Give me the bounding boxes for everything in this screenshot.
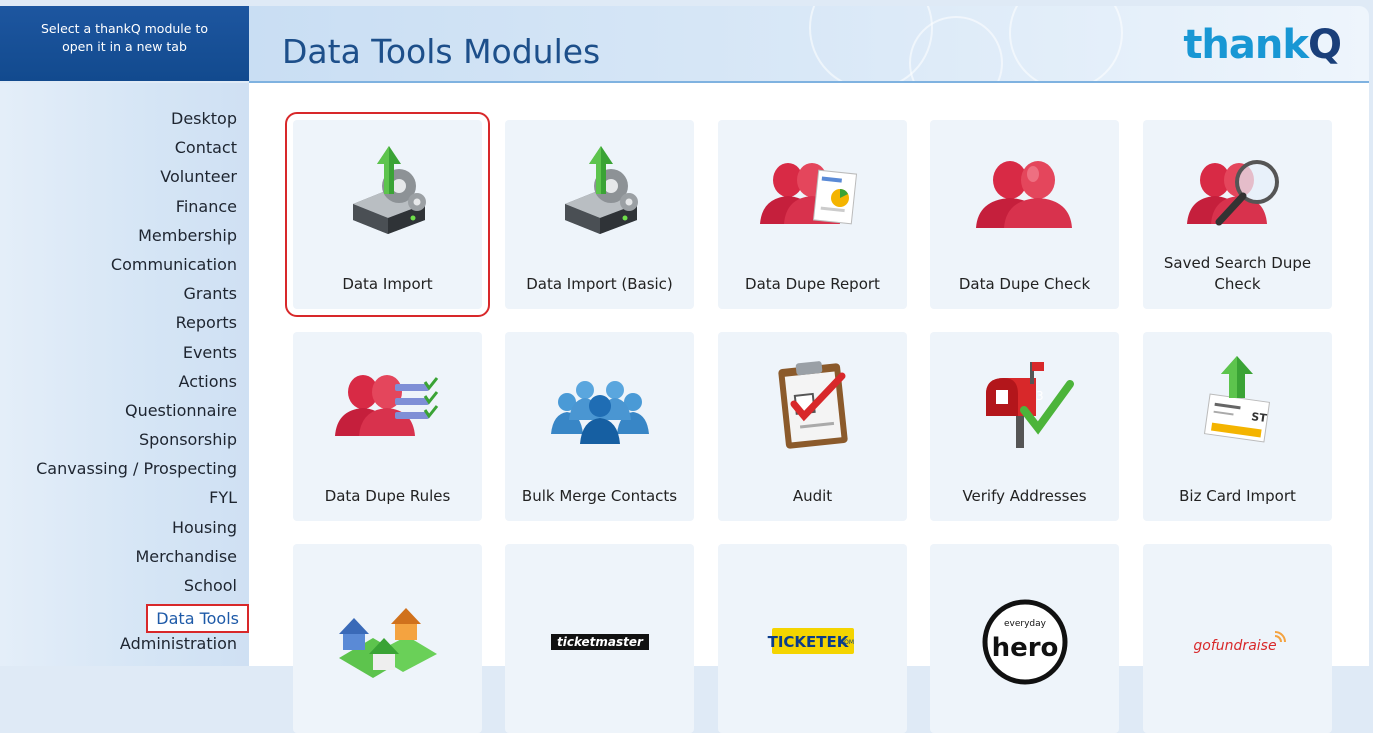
module-tile-data-import[interactable]: Data Import: [285, 112, 490, 317]
module-tile-label: Data Dupe Check: [958, 275, 1091, 293]
people-report-icon: [758, 142, 868, 242]
sidebar-item-events[interactable]: Events: [36, 342, 237, 371]
ticketmaster-logo: ticketmaster: [545, 592, 655, 692]
svg-text:3: 3: [1036, 389, 1044, 403]
module-tile-verify-addresses[interactable]: 3 Verify Addresses: [930, 332, 1119, 521]
sidebar-item-administration[interactable]: Administration: [36, 633, 237, 662]
sidebar-item-fyl[interactable]: FYL: [36, 487, 237, 516]
sidebar-item-label: Canvassing / Prospecting: [36, 459, 237, 479]
sidebar-item-grants[interactable]: Grants: [36, 283, 237, 312]
module-tile-label: Data Import (Basic): [526, 275, 673, 293]
page-title: Data Tools Modules: [282, 32, 601, 71]
ticketmaster-logo-text: ticketmaster: [557, 635, 644, 649]
module-tile-houses-icon[interactable]: [293, 544, 482, 733]
ticketek-logo-sub: .COM: [838, 639, 854, 646]
module-tile-label: Biz Card Import: [1179, 487, 1296, 505]
thankq-logo: thankQ: [1183, 22, 1342, 68]
people-icon: [970, 142, 1080, 242]
module-sidebar: Desktop Contact Volunteer Finance Membership…: [0, 83, 249, 666]
bizcard-upload-icon: ST: [1183, 354, 1293, 454]
sidebar-item-contact[interactable]: Contact: [36, 137, 237, 166]
sidebar-item-data-tools[interactable]: Data Tools: [36, 604, 249, 634]
sidebar-item-label: Sponsorship: [138, 430, 237, 450]
people-rules-icon: [333, 354, 443, 454]
module-tile-gofundraise[interactable]: gofundraise: [1143, 544, 1332, 733]
module-tile-audit[interactable]: Audit: [718, 332, 907, 521]
group-merge-icon: [545, 354, 655, 454]
module-tile-everyday-hero[interactable]: everyday hero: [930, 544, 1119, 733]
people-search-icon: [1183, 142, 1293, 242]
module-tile-label: Audit: [792, 487, 833, 505]
module-tile-ticketek[interactable]: TICKETEK .COM: [718, 544, 907, 733]
sidebar-item-actions[interactable]: Actions: [36, 371, 237, 400]
mailbox-check-icon: 3: [970, 354, 1080, 454]
sidebar-item-sponsorship[interactable]: Sponsorship: [36, 429, 237, 458]
sidebar-item-label: School: [183, 576, 237, 595]
sidebar-item-label: Questionnaire: [124, 400, 237, 420]
module-tile-bulk-merge-contacts[interactable]: Bulk Merge Contacts: [505, 332, 694, 521]
everyday-hero-logo: everyday hero: [970, 592, 1080, 692]
module-tile-data-dupe-rules[interactable]: Data Dupe Rules: [293, 332, 482, 521]
sidebar-item-membership[interactable]: Membership: [36, 225, 237, 254]
sidebar-item-finance[interactable]: Finance: [36, 196, 237, 225]
svg-text:ST: ST: [1250, 410, 1268, 425]
sidebar-item-label: Housing: [171, 517, 237, 537]
sidebar-item-desktop[interactable]: Desktop: [36, 108, 237, 137]
puzzle-decoration: [1009, 6, 1123, 81]
sidebar-item-label: Administration: [119, 634, 237, 654]
module-tile-label: Verify Addresses: [962, 487, 1087, 505]
sidebar-nav: Desktop Contact Volunteer Finance Membership…: [36, 108, 249, 663]
sidebar-item-label: Reports: [175, 313, 237, 333]
module-tile-ticketmaster[interactable]: ticketmaster: [505, 544, 694, 733]
module-hint-text: Select a thankQ module to open it in a n…: [41, 20, 208, 54]
module-hint: Select a thankQ module to open it in a n…: [0, 6, 249, 81]
gofundraise-logo-text: gofundraise: [1193, 638, 1276, 654]
module-tile-label: Data Dupe Rules: [324, 487, 451, 505]
module-tile-data-dupe-report[interactable]: Data Dupe Report: [718, 120, 907, 309]
module-tile-data-dupe-check[interactable]: Data Dupe Check: [930, 120, 1119, 309]
sidebar-item-communication[interactable]: Communication: [36, 254, 237, 283]
hero-logo-text: hero: [991, 633, 1058, 663]
sidebar-item-label: Desktop: [171, 109, 237, 128]
title-bar: Data Tools Modules thankQ: [249, 6, 1369, 83]
sidebar-item-questionnaire[interactable]: Questionnaire: [36, 400, 237, 429]
module-tile-biz-card-import[interactable]: ST Biz Card Import: [1143, 332, 1332, 521]
module-tile-data-import-basic[interactable]: Data Import (Basic): [505, 120, 694, 309]
sidebar-item-label: Merchandise: [135, 546, 237, 566]
module-grid: Data Import Data Import (Basic) Data Dup…: [249, 83, 1369, 733]
sidebar-item-label: Grants: [183, 284, 237, 304]
sidebar-item-merchandise[interactable]: Merchandise: [36, 546, 237, 575]
sidebar-item-label: Finance: [175, 196, 237, 216]
sidebar-item-school[interactable]: School: [36, 575, 237, 604]
sidebar-item-label: Events: [182, 342, 237, 362]
sidebar-item-reports[interactable]: Reports: [36, 312, 237, 341]
hero-logo-sub: everyday: [1004, 619, 1047, 629]
server-upload-icon: [333, 142, 443, 242]
ticketek-logo: TICKETEK .COM: [758, 592, 868, 692]
server-upload-icon: [545, 142, 655, 242]
sidebar-item-label: Communication: [110, 254, 237, 274]
module-tile-label: Saved Search Dupe Check: [1163, 254, 1312, 293]
houses-icon: [333, 592, 443, 692]
sidebar-item-label: Membership: [138, 225, 237, 245]
sidebar-item-label: Volunteer: [160, 167, 237, 187]
module-tile-label: Data Dupe Report: [745, 275, 880, 293]
sidebar-item-label: Data Tools: [146, 604, 249, 634]
module-tile-saved-search-dupe-check[interactable]: Saved Search Dupe Check: [1143, 120, 1332, 309]
module-tile-label: Data Import: [342, 275, 433, 293]
gofundraise-logo: gofundraise: [1183, 592, 1293, 692]
sidebar-item-label: Actions: [178, 371, 237, 391]
logo-q: Q: [1307, 22, 1342, 68]
sidebar-item-canvassing-prospecting[interactable]: Canvassing / Prospecting: [36, 458, 237, 487]
sidebar-item-volunteer[interactable]: Volunteer: [36, 166, 237, 195]
clipboard-check-icon: [758, 354, 868, 454]
sidebar-item-label: FYL: [209, 488, 237, 508]
module-tile-label: Bulk Merge Contacts: [521, 487, 678, 505]
sidebar-item-housing[interactable]: Housing: [36, 517, 237, 546]
sidebar-item-label: Contact: [174, 138, 237, 158]
logo-text: thank: [1183, 22, 1309, 68]
